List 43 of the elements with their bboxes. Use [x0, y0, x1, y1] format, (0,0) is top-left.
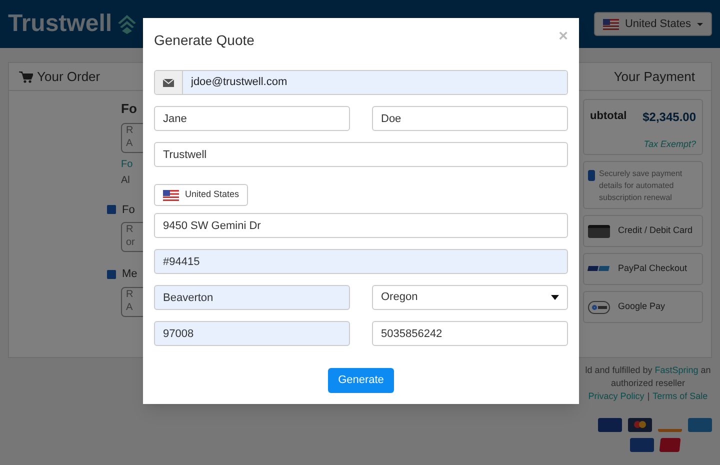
checkbox[interactable]	[107, 270, 116, 279]
item-heading: Fo	[121, 100, 137, 118]
paypal-logo-icon	[588, 266, 610, 272]
generate-button[interactable]: Generate	[328, 368, 394, 393]
dropdown-caret-icon	[551, 295, 559, 300]
input-field[interactable]: Trustwell	[154, 142, 568, 167]
subtotal-label: ubtotal	[590, 109, 627, 124]
item-text: Al	[121, 174, 130, 188]
dialog-title: Generate Quote	[154, 31, 254, 50]
input-field[interactable]: Beaverton	[154, 285, 350, 310]
item-link[interactable]: Fo	[121, 156, 133, 172]
country-dropdown[interactable]: United States	[594, 12, 712, 36]
tree-logo-icon	[116, 13, 138, 35]
subtotal-amount: $2,345.00	[642, 109, 696, 126]
reseller-text: ld and fulfilled by FastSpring an authorized reseller	[584, 364, 712, 390]
input-field[interactable]: 97008	[154, 321, 350, 346]
option-label: Fo	[122, 202, 135, 218]
payment-method-button[interactable]: Google Pay	[583, 291, 703, 323]
checkbox[interactable]	[588, 170, 595, 181]
country-button[interactable]: United States	[154, 184, 248, 206]
credit-card-icon	[588, 224, 610, 238]
input-field[interactable]: 9450 SW Gemini Dr	[154, 213, 568, 238]
state-select[interactable]: Oregon	[372, 285, 568, 310]
google-pay-logo-icon	[588, 300, 610, 314]
cart-icon	[19, 70, 33, 82]
payment-method-button[interactable]: Credit / Debit Card	[583, 215, 703, 247]
tax-exempt-link[interactable]: Tax Exempt?	[644, 138, 696, 152]
input-field[interactable]: Jane	[154, 106, 350, 131]
panel-title: Your Payment	[614, 68, 695, 86]
option-label: Me	[122, 267, 138, 282]
separator-text: |	[647, 390, 650, 403]
input-field[interactable]: #94415	[154, 249, 568, 274]
panel-title: Your Order	[37, 68, 100, 86]
checkbox[interactable]	[107, 205, 116, 214]
save-option-text: Securely save payment details for automated subscription renewal	[599, 168, 684, 202]
flag-icon	[602, 18, 619, 30]
email-field[interactable]: jdoe@trustwell.com	[154, 70, 568, 95]
payment-method-button[interactable]: PayPal Checkout	[583, 253, 703, 285]
logo-text: Trustwell	[8, 9, 112, 39]
input-field[interactable]: 5035856242	[372, 321, 568, 346]
flag-icon	[163, 190, 179, 200]
envelope-icon	[163, 78, 174, 86]
input-field[interactable]: Doe	[372, 106, 568, 131]
